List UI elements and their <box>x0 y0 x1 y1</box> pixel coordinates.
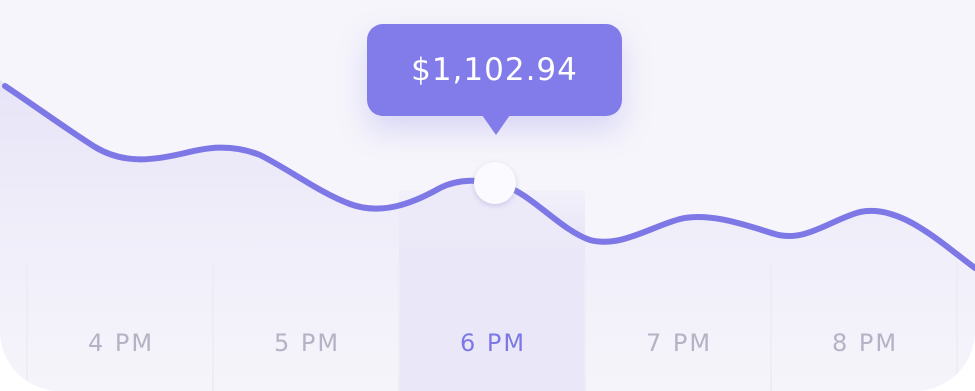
tooltip-pointer <box>482 115 510 135</box>
chart-card: 4 PM 5 PM 6 PM 7 PM 8 PM $1,102.94 <box>0 0 975 391</box>
active-point-marker[interactable] <box>474 162 516 204</box>
value-tooltip: $1,102.94 <box>367 24 622 116</box>
x-tick-label[interactable]: 8 PM <box>832 329 898 357</box>
x-tick-label[interactable]: 4 PM <box>88 329 154 357</box>
x-tick-label[interactable]: 5 PM <box>274 329 340 357</box>
x-tick-label[interactable]: 6 PM <box>460 329 526 357</box>
x-tick-label[interactable]: 7 PM <box>646 329 712 357</box>
tooltip-value: $1,102.94 <box>411 52 578 88</box>
